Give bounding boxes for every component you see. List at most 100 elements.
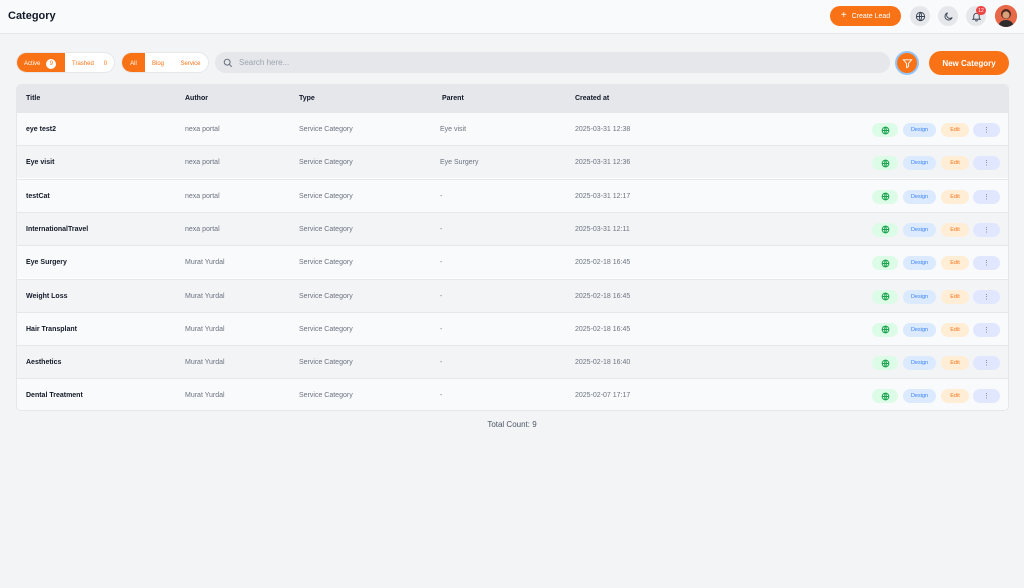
- more-vertical-icon: ⋮: [983, 360, 990, 368]
- row-type: Service Category: [299, 192, 353, 200]
- row-author: nexa portal: [185, 225, 220, 233]
- more-vertical-icon: ⋮: [983, 326, 990, 334]
- design-button[interactable]: Design: [903, 289, 936, 304]
- row-created-at: 2025-02-18 16:45: [575, 325, 631, 333]
- more-options-button[interactable]: ⋮: [973, 322, 1000, 337]
- table-row[interactable]: Aesthetics Murat Yurdal Service Category - 2…: [17, 345, 1008, 379]
- edit-button[interactable]: Edit: [941, 123, 969, 137]
- column-created-at[interactable]: Created at: [575, 95, 609, 102]
- table-row[interactable]: Eye visit nexa portal Service Category Eye …: [17, 145, 1008, 179]
- more-vertical-icon: ⋮: [983, 226, 990, 234]
- more-options-button[interactable]: ⋮: [973, 389, 1000, 404]
- globe-icon: [881, 159, 890, 168]
- more-options-button[interactable]: ⋮: [973, 123, 1000, 137]
- total-count: Total Count: 9: [487, 420, 537, 429]
- row-author: Murat Yurdal: [185, 292, 225, 300]
- row-type: Service Category: [299, 359, 353, 367]
- edit-button[interactable]: Edit: [941, 289, 969, 304]
- design-button[interactable]: Design: [903, 123, 936, 137]
- more-options-button[interactable]: ⋮: [973, 222, 1000, 237]
- edit-button[interactable]: Edit: [941, 222, 969, 237]
- row-created-at: 2025-03-31 12:17: [575, 192, 631, 200]
- table-row[interactable]: Eye Surgery Murat Yurdal Service Category -…: [17, 245, 1008, 279]
- publish-button[interactable]: [872, 289, 898, 304]
- create-lead-button[interactable]: + Create Lead: [830, 6, 901, 26]
- column-type[interactable]: Type: [299, 95, 315, 102]
- design-button[interactable]: Design: [903, 222, 936, 237]
- table-row[interactable]: testCat nexa portal Service Category - 2025-…: [17, 178, 1008, 212]
- edit-button[interactable]: Edit: [941, 389, 969, 404]
- row-parent: -: [440, 225, 443, 233]
- row-title[interactable]: Aesthetics: [26, 359, 61, 366]
- more-options-button[interactable]: ⋮: [973, 289, 1000, 304]
- table-row[interactable]: Weight Loss Murat Yurdal Service Category -…: [17, 278, 1008, 312]
- row-parent: -: [440, 192, 443, 200]
- publish-button[interactable]: [872, 389, 898, 404]
- more-options-button[interactable]: ⋮: [973, 256, 1000, 271]
- table-row[interactable]: Dental Treatment Murat Yurdal Service Cate…: [17, 378, 1008, 410]
- status-active-count: 9: [46, 58, 57, 69]
- row-parent: -: [440, 259, 443, 267]
- status-trashed-label: Trashed: [72, 60, 94, 67]
- row-type: Service Category: [299, 126, 353, 133]
- design-button[interactable]: Design: [903, 156, 936, 171]
- design-button[interactable]: Design: [903, 356, 936, 371]
- publish-button[interactable]: [872, 123, 898, 137]
- publish-button[interactable]: [872, 189, 898, 204]
- status-tab-active[interactable]: Active 9: [17, 53, 65, 72]
- filter-button[interactable]: [895, 51, 919, 75]
- edit-button[interactable]: Edit: [941, 189, 969, 204]
- row-title[interactable]: testCat: [26, 193, 50, 200]
- search-icon: [223, 58, 233, 67]
- edit-button[interactable]: Edit: [941, 322, 969, 337]
- filter-icon: [901, 58, 913, 68]
- table-row[interactable]: Hair Transplant Murat Yurdal Service Categ…: [17, 311, 1008, 345]
- row-title[interactable]: Eye Surgery: [26, 259, 67, 266]
- theme-toggle-button[interactable]: [938, 6, 958, 26]
- more-options-button[interactable]: ⋮: [973, 156, 1000, 171]
- row-created-at: 2025-03-31 12:11: [575, 225, 630, 233]
- publish-button[interactable]: [872, 222, 898, 237]
- language-button[interactable]: [910, 6, 930, 26]
- design-button[interactable]: Design: [903, 389, 936, 404]
- edit-button[interactable]: Edit: [941, 256, 969, 271]
- avatar[interactable]: [995, 5, 1017, 27]
- more-options-button[interactable]: ⋮: [973, 189, 1000, 204]
- row-title[interactable]: Eye visit: [26, 159, 54, 166]
- globe-icon: [881, 192, 890, 201]
- column-author[interactable]: Author: [185, 95, 208, 102]
- publish-button[interactable]: [872, 356, 898, 371]
- publish-button[interactable]: [872, 256, 898, 271]
- row-title[interactable]: Hair Transplant: [26, 326, 77, 333]
- publish-button[interactable]: [872, 156, 898, 171]
- column-parent[interactable]: Parent: [442, 95, 464, 102]
- design-button[interactable]: Design: [903, 256, 936, 271]
- edit-button[interactable]: Edit: [941, 156, 969, 171]
- table-row[interactable]: eye test2 nexa portal Service Category Eye …: [17, 112, 1008, 145]
- publish-button[interactable]: [872, 322, 898, 337]
- column-title[interactable]: Title: [26, 95, 40, 102]
- design-button[interactable]: Design: [903, 189, 936, 204]
- type-tab-all[interactable]: All: [122, 53, 145, 72]
- type-tab-service[interactable]: Service: [171, 53, 208, 72]
- row-type: Service Category: [299, 392, 353, 400]
- row-title[interactable]: eye test2: [26, 126, 56, 133]
- row-created-at: 2025-02-18 16:40: [575, 359, 631, 367]
- row-title[interactable]: Dental Treatment: [26, 392, 83, 399]
- row-type: Service Category: [299, 292, 353, 300]
- row-title[interactable]: Weight Loss: [26, 293, 67, 300]
- row-parent: Eye Surgery: [440, 159, 479, 167]
- globe-icon: [881, 325, 890, 334]
- edit-button[interactable]: Edit: [941, 356, 969, 371]
- more-options-button[interactable]: ⋮: [973, 356, 1000, 371]
- row-title[interactable]: InternationalTravel: [26, 226, 88, 233]
- user-avatar-icon: [995, 5, 1017, 27]
- status-tab-trashed[interactable]: Trashed 0: [65, 53, 114, 72]
- search-input[interactable]: [239, 58, 839, 67]
- table-row[interactable]: InternationalTravel nexa portal Service Ca…: [17, 211, 1008, 245]
- more-vertical-icon: ⋮: [983, 260, 990, 268]
- type-tab-blog[interactable]: Blog: [145, 53, 171, 72]
- design-button[interactable]: Design: [903, 322, 936, 337]
- row-author: Murat Yurdal: [185, 392, 225, 400]
- new-category-button[interactable]: New Category: [929, 51, 1009, 75]
